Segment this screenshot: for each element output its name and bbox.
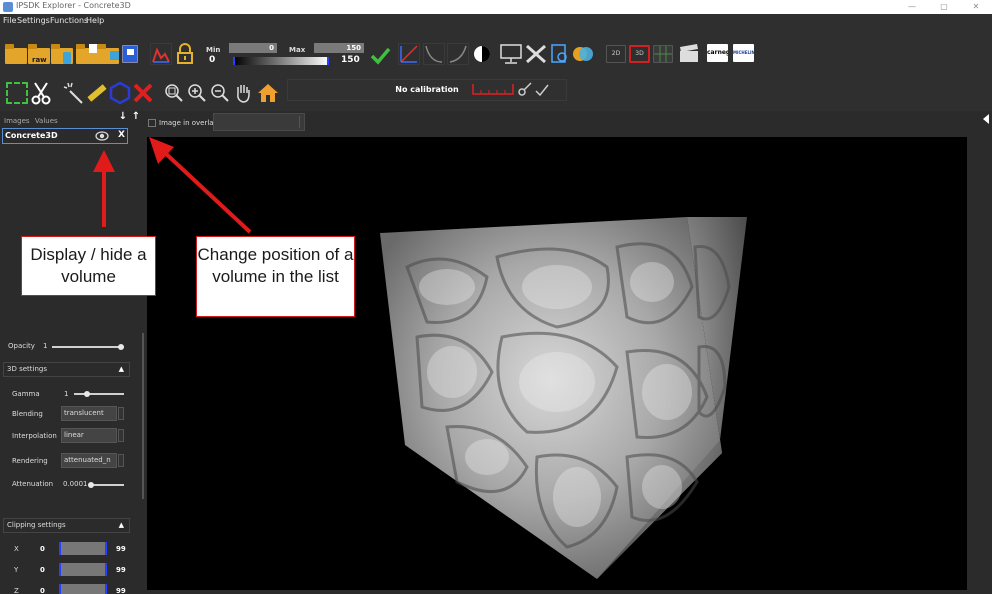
annotation-arrows (93, 137, 252, 234)
callout-change-position: Change position of a volume in the list (196, 236, 355, 317)
callout-display-hide: Display / hide a volume (21, 236, 156, 296)
